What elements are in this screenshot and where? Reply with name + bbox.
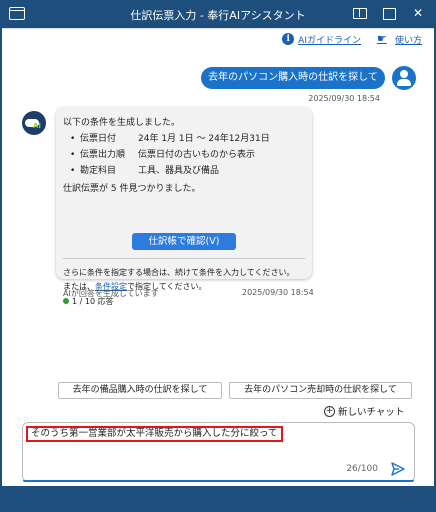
ai-guideline-label: AIガイドライン <box>298 35 361 46</box>
user-avatar-icon <box>392 66 416 90</box>
window-title: 仕訳伝票入力 - 奉行AIアシスタント <box>130 9 306 22</box>
chat-input[interactable]: そのうち第一営業部が太平洋販売から購入した分に絞って 26/100 <box>22 422 415 482</box>
chat-panel: i AIガイドライン ☛ 使い方 去年のパソコン購入時の仕訳を探して 2025/… <box>2 28 434 486</box>
new-chat-button[interactable]: + 新しいチャット <box>324 404 404 418</box>
dock-icon[interactable] <box>352 6 367 20</box>
info-icon: i <box>282 33 295 45</box>
char-counter: 26/100 <box>346 464 378 474</box>
card-divider <box>63 258 305 259</box>
howto-link[interactable]: ☛ 使い方 <box>377 33 422 46</box>
condition-row: • 伝票出力順 伝票日付の古いものから表示 <box>70 150 256 160</box>
result-text: 仕訳伝票が 5 件見つかりました。 <box>63 184 201 194</box>
ai-message-time: 2025/09/30 18:54 <box>242 288 314 297</box>
user-message-bubble: 去年のパソコン購入時の仕訳を探して <box>201 67 385 89</box>
app-window: 仕訳伝票入力 - 奉行AIアシスタント ✕ i AIガイドライン ☛ 使い方 去… <box>0 0 436 512</box>
new-chat-label: 新しいチャット <box>338 407 405 418</box>
ai-message-card: 以下の条件を生成しました。 • 伝票日付 24年 1月 1日 ～ 24年12月31日… <box>56 107 312 306</box>
howto-label: 使い方 <box>394 35 422 46</box>
generation-status: AIが回答を生成しています <box>63 289 159 298</box>
confirm-journal-button[interactable]: 仕訳帳で確認(V) <box>132 233 236 250</box>
suggestion-button[interactable]: 去年のパソコン売却時の仕訳を探して <box>229 382 412 399</box>
ai-intro: 以下の条件を生成しました。 <box>63 118 181 128</box>
condition-row: • 勘定科目 工具、器具及び備品 <box>70 166 220 176</box>
close-icon[interactable]: ✕ <box>411 6 425 20</box>
send-icon[interactable] <box>391 462 405 476</box>
plus-icon: + <box>324 405 335 417</box>
status-bar <box>0 486 436 512</box>
top-links: i AIガイドライン ☛ 使い方 <box>282 31 422 47</box>
suggestion-button[interactable]: 去年の備品購入時の仕訳を探して <box>58 382 222 399</box>
chat-input-text[interactable]: そのうち第一営業部が太平洋販売から購入した分に絞って <box>26 426 283 442</box>
maximize-icon[interactable] <box>382 6 396 20</box>
ai-guideline-link[interactable]: i AIガイドライン <box>282 33 361 46</box>
condition-row: • 伝票日付 24年 1月 1日 ～ 24年12月31日 <box>70 134 270 144</box>
pointing-hand-icon: ☛ <box>376 32 387 45</box>
title-bar: 仕訳伝票入力 - 奉行AIアシスタント ✕ <box>0 0 436 28</box>
user-message-time: 2025/09/30 18:54 <box>308 94 380 103</box>
note-line-1: さらに条件を指定する場合は、続けて条件を入力してください。 <box>63 268 295 277</box>
ai-avatar-icon: AI <box>22 111 46 135</box>
